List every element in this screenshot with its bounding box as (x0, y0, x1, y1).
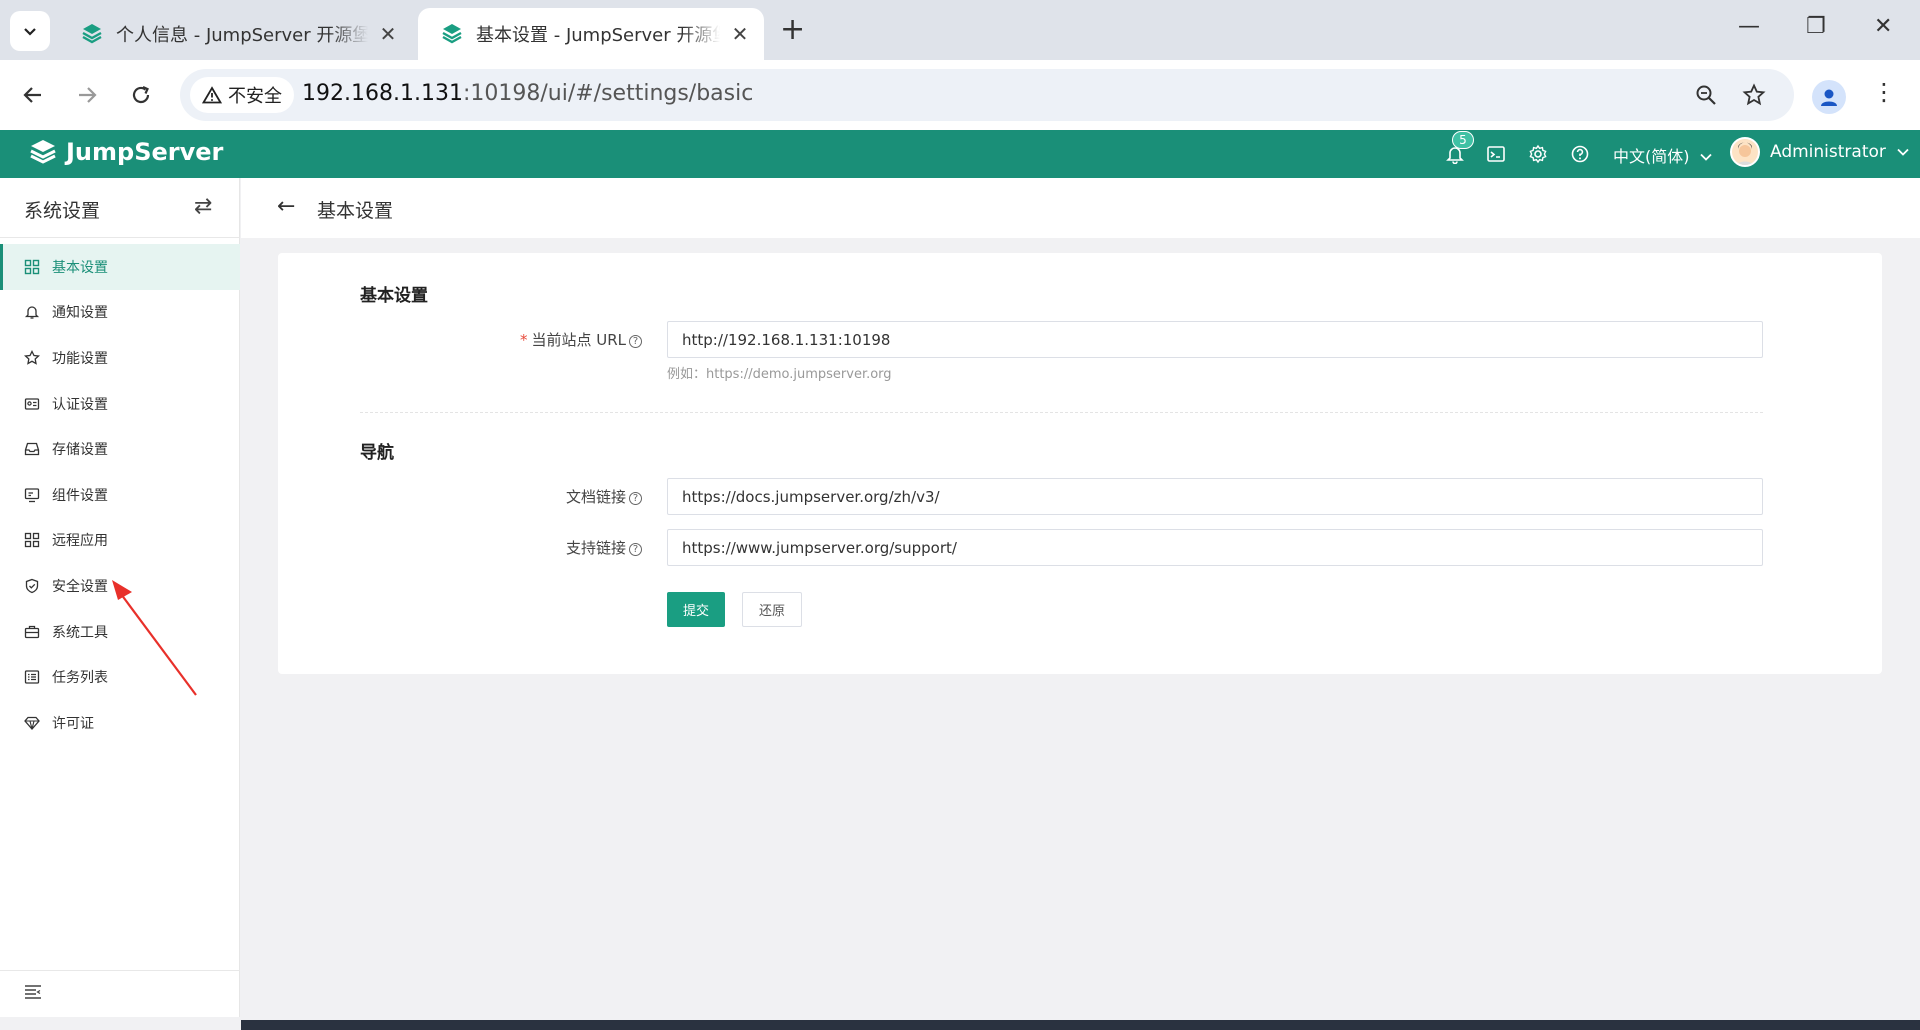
help-icon[interactable]: ? (629, 335, 642, 348)
tab-search-button[interactable] (10, 11, 50, 51)
user-menu[interactable]: Administrator (1730, 137, 1910, 167)
profile-icon[interactable] (1812, 80, 1846, 114)
browser-menu-icon[interactable]: ⋮ (1872, 78, 1896, 106)
url-text: 192.168.1.131:10198/ui/#/settings/basic (302, 81, 754, 106)
jumpserver-favicon-icon (82, 24, 102, 44)
site-url-hint: 例如：https://demo.jumpserver.org (667, 367, 892, 382)
zoom-icon[interactable] (1692, 81, 1720, 109)
sidebar-item-component-settings[interactable]: 组件设置 (0, 472, 240, 518)
chevron-down-icon (1699, 153, 1712, 161)
apps-icon (24, 533, 40, 548)
settings-form-card: 基本设置 *当前站点 URL? 例如：https://demo.jumpserv… (278, 253, 1882, 674)
help-icon[interactable]: ? (629, 543, 642, 556)
bookmark-star-icon[interactable] (1740, 81, 1768, 109)
language-selector[interactable]: 中文(简体) (1613, 143, 1713, 167)
page-title: 基本设置 (317, 200, 394, 222)
gear-icon[interactable] (1526, 142, 1550, 166)
sidebar-item-label: 基本设置 (52, 259, 108, 276)
chevron-down-icon (24, 28, 36, 36)
section-title-navigation: 导航 (360, 443, 394, 463)
user-name: Administrator (1770, 142, 1886, 162)
docs-link-label: 文档链接? (566, 486, 642, 507)
bell-icon (24, 306, 40, 320)
sidebar-item-label: 存储设置 (52, 442, 108, 459)
docs-link-input[interactable] (667, 478, 1763, 515)
close-tab-icon[interactable]: ✕ (730, 22, 750, 46)
feature-icon (24, 350, 40, 365)
restore-icon[interactable]: ❐ (1806, 14, 1826, 39)
divider (0, 237, 240, 238)
sidebar-item-notification-settings[interactable]: 通知设置 (0, 290, 240, 336)
shield-icon (25, 578, 39, 594)
switch-view-icon[interactable]: ⇄ (194, 194, 212, 219)
sidebar-item-basic-settings[interactable]: 基本设置 (0, 244, 240, 290)
bottom-bar (241, 1020, 1920, 1030)
sidebar-item-storage-settings[interactable]: 存储设置 (0, 426, 240, 472)
site-url-input[interactable] (667, 321, 1763, 358)
brand-logo[interactable]: JumpServer (28, 137, 223, 167)
section-title-basic: 基本设置 (360, 286, 428, 306)
back-icon[interactable] (16, 78, 50, 112)
chevron-down-icon (1897, 148, 1909, 156)
reset-button[interactable]: 还原 (742, 592, 802, 627)
sidebar-item-label: 许可证 (52, 715, 94, 732)
close-window-icon[interactable]: ✕ (1874, 14, 1892, 39)
sidebar-item-feature-settings[interactable]: 功能设置 (0, 335, 240, 381)
sidebar-item-auth-settings[interactable]: 认证设置 (0, 381, 240, 427)
jumpserver-favicon-icon (442, 24, 462, 44)
sidebar-title: 系统设置 (24, 200, 101, 222)
tab-title: 个人信息 - JumpServer 开源堡垒机 (116, 25, 368, 46)
tab-title: 基本设置 - JumpServer 开源堡垒机 (476, 25, 720, 46)
sidebar-item-label: 认证设置 (52, 396, 108, 413)
sidebar-item-label: 远程应用 (52, 533, 108, 550)
id-card-icon (24, 397, 40, 410)
language-label: 中文(简体) (1613, 147, 1690, 166)
security-chip[interactable]: 不安全 (190, 77, 294, 113)
warning-icon (202, 86, 222, 104)
terminal-icon[interactable] (1484, 142, 1508, 166)
new-tab-button[interactable]: + (780, 12, 805, 48)
help-icon[interactable] (1568, 142, 1592, 166)
grid-icon (24, 259, 40, 274)
annotation-arrow (112, 580, 197, 696)
inbox-icon (24, 443, 40, 456)
minimize-icon[interactable]: — (1738, 14, 1760, 39)
reload-icon[interactable] (124, 78, 158, 112)
list-icon (24, 670, 40, 684)
browser-toolbar: 不安全 192.168.1.131:10198/ui/#/settings/ba… (0, 60, 1920, 130)
address-bar[interactable]: 不安全 192.168.1.131:10198/ui/#/settings/ba… (180, 69, 1794, 121)
sidebar-item-license[interactable]: 许可证 (0, 700, 240, 746)
security-label: 不安全 (228, 86, 282, 107)
sidebar-item-remote-apps[interactable]: 远程应用 (0, 518, 240, 564)
browser-tab-bar: 个人信息 - JumpServer 开源堡垒机 ✕ 基本设置 - JumpSer… (0, 0, 1920, 60)
close-tab-icon[interactable]: ✕ (378, 22, 398, 46)
back-arrow-icon[interactable]: ← (277, 194, 295, 219)
support-link-input[interactable] (667, 529, 1763, 566)
browser-tab-basic-settings[interactable]: 基本设置 - JumpServer 开源堡垒机 ✕ (418, 8, 764, 60)
support-link-label: 支持链接? (566, 537, 642, 558)
diamond-icon (24, 716, 40, 730)
brand-name: JumpServer (66, 138, 224, 166)
page-header: ← 基本设置 (241, 178, 1920, 238)
jumpserver-logo-icon (30, 140, 56, 164)
monitor-icon (24, 488, 40, 502)
submit-button[interactable]: 提交 (667, 592, 725, 627)
browser-tab-profile[interactable]: 个人信息 - JumpServer 开源堡垒机 ✕ (58, 8, 412, 60)
site-url-label: * 当前站点 URL? (520, 329, 642, 350)
forward-icon[interactable] (70, 78, 104, 112)
sidebar-item-label: 功能设置 (52, 350, 108, 367)
section-divider (360, 412, 1763, 413)
sidebar-item-label: 组件设置 (52, 487, 108, 504)
sidebar-item-label: 通知设置 (52, 305, 108, 322)
divider (0, 970, 240, 971)
toolbox-icon (24, 625, 40, 638)
collapse-sidebar-icon[interactable] (24, 984, 42, 1004)
avatar (1730, 137, 1760, 167)
notification-badge: 5 (1452, 131, 1474, 149)
help-icon[interactable]: ? (629, 492, 642, 505)
